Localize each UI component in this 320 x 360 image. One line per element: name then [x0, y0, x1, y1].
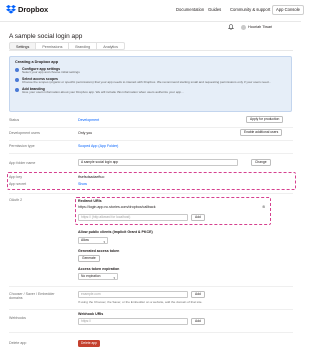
bell-icon[interactable] [228, 24, 234, 30]
dropbox-logo[interactable]: Dropbox [6, 5, 48, 14]
generate-token-button[interactable]: Generate [78, 255, 100, 262]
top-header: Dropbox Documentation Guides Community &… [0, 0, 304, 22]
webhook-uris-title: Webhook URIs [78, 312, 104, 316]
chevron-down-icon: ▾ [103, 239, 105, 244]
tab-settings[interactable]: Settings [9, 42, 37, 50]
dropbox-icon [6, 5, 16, 14]
oauth2-label: OAuth 2 [9, 198, 23, 202]
creating-app-info-box: Creating a Dropbox app Configure app set… [9, 56, 292, 112]
divider [9, 286, 293, 287]
enable-users-button[interactable]: Enable additional users [240, 129, 283, 136]
app-folder-input[interactable]: A sample social login app [78, 159, 238, 166]
user-menu[interactable]: Hooriah Tiwari [241, 24, 272, 30]
logo-text: Dropbox [18, 5, 49, 14]
add-webhook-button[interactable]: Add [191, 318, 205, 325]
info-item-desc: Give your users information about your D… [22, 90, 184, 95]
redirect-uri-input[interactable]: https:// (http allowed for localhost) [78, 214, 188, 221]
divider [9, 153, 293, 154]
app-secret-label: App secret [9, 182, 27, 186]
settings-tabs: Settings Permissions Branding Analytics [9, 42, 125, 50]
info-item: Select access scopes Choose the scopes (… [15, 77, 286, 85]
tab-analytics[interactable]: Analytics [97, 42, 125, 50]
generated-token-title: Generated access token [78, 249, 120, 253]
info-item: Configure app settings Select your app a… [15, 67, 286, 75]
tab-branding[interactable]: Branding [69, 42, 98, 50]
tab-permissions[interactable]: Permissions [36, 42, 70, 50]
nav-documentation[interactable]: Documentation [176, 7, 204, 12]
permission-type-label: Permission type [9, 144, 35, 148]
dev-users-value: Only you [78, 131, 93, 135]
app-folder-label: App folder name [9, 161, 36, 165]
chooser-help-text: If using the Chooser, the Saver, or the … [78, 300, 203, 304]
chevron-down-icon: ▾ [113, 275, 115, 280]
app-console-button[interactable]: App Console [272, 5, 304, 15]
webhook-uri-input[interactable]: https:// [78, 318, 188, 325]
webhooks-label: Webhooks [9, 316, 26, 320]
change-folder-button[interactable]: Change [251, 159, 271, 166]
chooser-domain-input[interactable]: example.com [78, 291, 188, 298]
add-redirect-button[interactable]: Add [191, 214, 205, 221]
page-title: A sample social login app [9, 33, 83, 40]
add-domain-button[interactable]: Add [191, 291, 205, 298]
info-title: Creating a Dropbox app [15, 60, 59, 64]
pkce-select-value: Allow [81, 238, 89, 242]
apply-production-button[interactable]: Apply for production [246, 116, 284, 123]
nav-community-support[interactable]: Community & support [230, 7, 270, 12]
app-keys-highlight [7, 172, 296, 190]
user-name: Hooriah Tiwari [248, 25, 273, 29]
info-item-desc: Select your app and choose initial setti… [22, 70, 80, 74]
permission-type-value[interactable]: Scoped App (App Folder) [78, 144, 118, 148]
divider [9, 127, 293, 128]
divider [9, 309, 293, 310]
pkce-select[interactable]: Allow ▾ [78, 237, 108, 244]
tab-divider [9, 50, 293, 51]
divider [9, 332, 293, 333]
delete-app-button[interactable]: Delete app [78, 340, 100, 347]
token-expiration-value: No expiration [81, 274, 101, 278]
chooser-domains-label: Chooser / Saver / Embedder domains [9, 292, 55, 301]
dev-users-label: Development users [9, 131, 40, 135]
avatar [241, 24, 246, 30]
delete-app-label: Delete app [9, 341, 27, 345]
redirect-uris-title: Redirect URIs [78, 199, 102, 203]
divider [9, 140, 293, 141]
show-secret-link[interactable]: Show [78, 182, 87, 186]
redirect-uri-entry: https://login.app.nc.stories.com/dropbox… [78, 205, 156, 209]
status-label: Status [9, 118, 20, 122]
nav-guides[interactable]: Guides [208, 7, 221, 12]
step-icon [15, 87, 19, 92]
app-key-value: tfsefsdsadaeftuo [78, 175, 105, 179]
token-expiration-select[interactable]: No expiration ▾ [78, 273, 118, 280]
step-icon [15, 67, 19, 72]
app-key-label: App key [9, 175, 22, 179]
info-item: Add branding Give your users information… [15, 87, 286, 95]
status-value[interactable]: Development [78, 118, 99, 122]
pkce-title: Allow public clients (Implicit Grant & P… [78, 230, 153, 234]
token-expiration-title: Access token expiration [78, 267, 120, 271]
remove-uri-icon[interactable]: ⊗ [262, 205, 265, 209]
step-icon [15, 77, 19, 82]
info-item-desc: Choose the scopes (organic or specific p… [22, 80, 272, 85]
divider [9, 193, 293, 194]
